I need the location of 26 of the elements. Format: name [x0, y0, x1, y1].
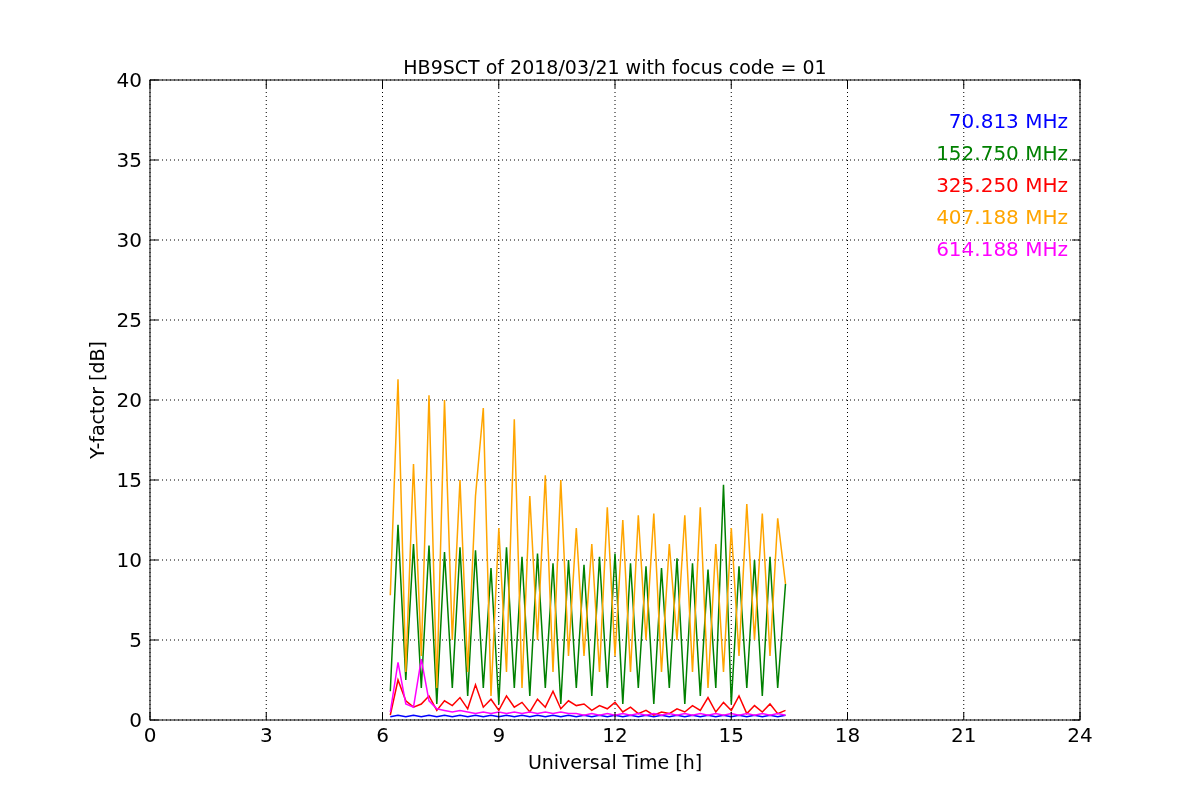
y-tick-label: 40	[116, 68, 142, 92]
x-tick-label: 21	[951, 723, 977, 747]
y-tick-label: 30	[116, 228, 142, 252]
y-tick-label: 10	[116, 548, 142, 572]
x-tick-label: 18	[834, 723, 861, 747]
legend-label: 407.188 MHz	[936, 205, 1068, 229]
y-tick-label: 0	[129, 708, 142, 732]
x-tick-label: 6	[376, 723, 389, 747]
x-tick-label: 9	[492, 723, 506, 747]
y-axis-label: Y-factor [dB]	[86, 341, 108, 459]
legend-label: 614.188 MHz	[936, 237, 1068, 261]
chart-title: HB9SCT of 2018/03/21 with focus code = 01	[403, 56, 827, 78]
x-axis-label: Universal Time [h]	[527, 751, 703, 773]
y-tick-label: 20	[116, 388, 142, 412]
y-tick-label: 15	[116, 468, 142, 492]
y-tick-label: 5	[129, 628, 142, 652]
legend-label: 325.250 MHz	[936, 173, 1068, 197]
legend-label: 152.750 MHz	[936, 141, 1068, 165]
x-tick-label: 0	[143, 723, 157, 747]
y-tick-label: 25	[116, 308, 142, 332]
x-tick-label: 15	[718, 723, 744, 747]
x-tick-label: 12	[602, 723, 628, 747]
x-tick-label: 3	[259, 723, 273, 747]
y-tick-label: 35	[116, 148, 142, 172]
legend-label: 70.813 MHz	[948, 109, 1068, 133]
x-tick-label: 24	[1067, 723, 1093, 747]
